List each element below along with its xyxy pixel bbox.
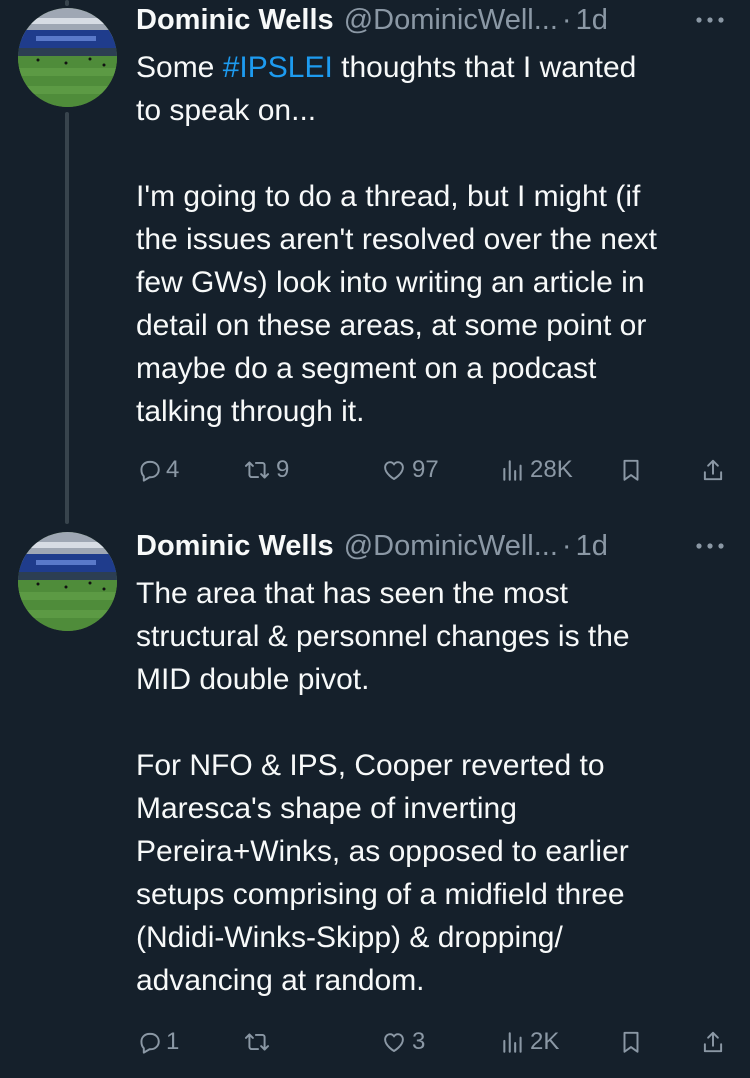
like-button[interactable]: 3 <box>380 1022 425 1062</box>
stadium-photo-icon <box>18 532 117 631</box>
bookmark-icon <box>623 459 639 481</box>
timestamp[interactable]: 1d <box>576 530 608 563</box>
like-icon <box>384 1033 404 1052</box>
views-icon <box>503 460 522 481</box>
tweet-text-lead: Some <box>136 51 223 84</box>
reply-icon <box>140 460 160 482</box>
separator-dot: · <box>561 529 572 562</box>
like-icon <box>384 461 404 480</box>
author-name[interactable]: Dominic Wells <box>136 4 334 37</box>
like-button[interactable]: 97 <box>380 450 439 490</box>
views-button[interactable]: 28K <box>500 450 573 490</box>
share-button[interactable] <box>700 450 726 490</box>
reply-button[interactable]: 4 <box>136 450 179 490</box>
like-count: 3 <box>412 1028 426 1055</box>
retweet-icon <box>244 1033 270 1051</box>
bookmark-button[interactable] <box>618 450 644 490</box>
separator-dot: · <box>561 3 572 36</box>
views-button[interactable]: 2K <box>500 1022 559 1062</box>
tweet[interactable]: Dominic Wells @DominicWell... · 1d The a… <box>0 526 750 1078</box>
like-count: 97 <box>412 456 439 483</box>
views-count: 28K <box>530 456 573 483</box>
share-icon <box>703 459 723 481</box>
retweet-count: 9 <box>276 456 290 483</box>
share-icon <box>703 1031 723 1053</box>
action-bar: 1 3 2K <box>136 1022 736 1062</box>
stadium-photo-icon <box>18 8 117 107</box>
author-handle[interactable]: @DominicWell... <box>344 4 558 37</box>
author-handle[interactable]: @DominicWell... <box>344 530 558 563</box>
timestamp[interactable]: 1d <box>576 4 608 37</box>
avatar[interactable] <box>18 532 117 631</box>
more-icon[interactable] <box>690 0 730 40</box>
action-bar: 4 9 97 28K <box>136 450 736 490</box>
tweet-text: The area that has seen the most structur… <box>136 577 630 997</box>
author-name[interactable]: Dominic Wells <box>136 530 334 563</box>
tweet-text: Some #IPSLEI thoughts that I wanted to s… <box>136 46 736 433</box>
tweet[interactable]: Dominic Wells @DominicWell... · 1d Some … <box>0 0 750 520</box>
reply-icon <box>140 1032 160 1054</box>
retweet-button[interactable] <box>242 1022 276 1062</box>
views-count: 2K <box>530 1028 560 1055</box>
reply-button[interactable]: 1 <box>136 1022 179 1062</box>
tweet-text-rest: thoughts that I wanted to speak on... I'… <box>136 51 658 428</box>
more-icon[interactable] <box>690 526 730 566</box>
reply-count: 1 <box>166 1028 180 1055</box>
tweet-header: Dominic Wells @DominicWell... · 1d <box>136 0 730 40</box>
bookmark-icon <box>623 1031 639 1053</box>
reply-count: 4 <box>166 456 180 483</box>
views-icon <box>503 1032 522 1053</box>
retweet-icon <box>244 461 270 479</box>
hashtag-link[interactable]: #IPSLEI <box>223 51 333 84</box>
tweet-header: Dominic Wells @DominicWell... · 1d <box>136 526 730 566</box>
retweet-button[interactable]: 9 <box>242 450 289 490</box>
avatar[interactable] <box>18 8 117 107</box>
share-button[interactable] <box>700 1022 726 1062</box>
bookmark-button[interactable] <box>618 1022 644 1062</box>
